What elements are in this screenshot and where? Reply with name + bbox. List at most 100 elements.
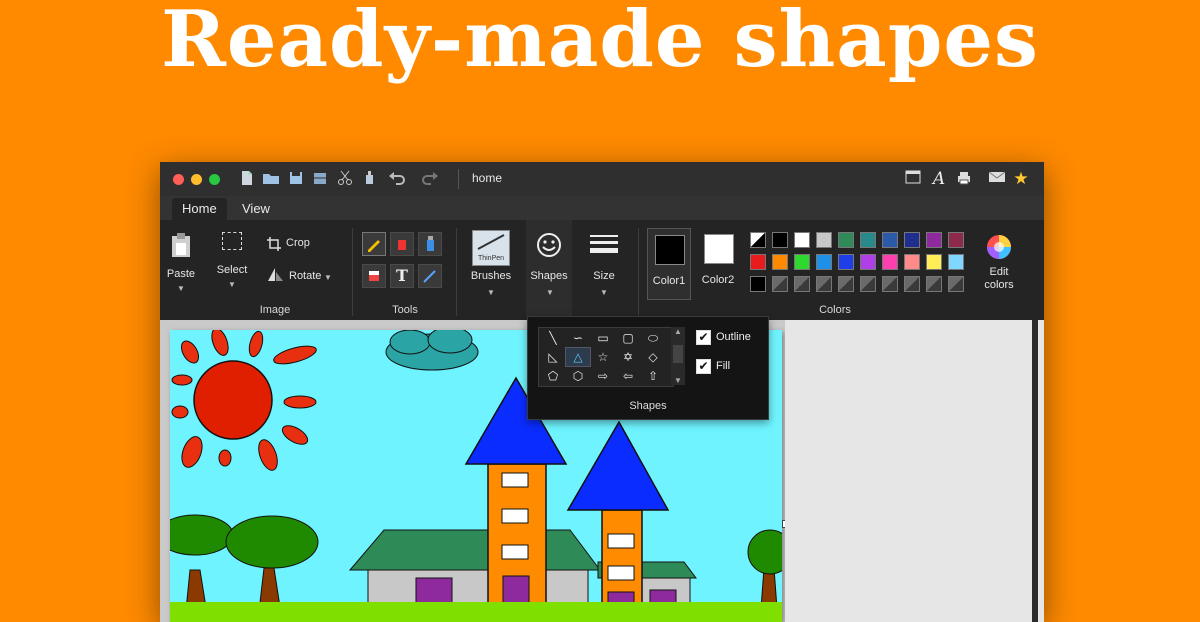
vertical-scrollbar[interactable] — [1032, 320, 1038, 622]
redo-icon[interactable] — [421, 170, 439, 188]
headline: Ready-made shapes — [161, 0, 1039, 85]
shape-right-triangle-icon[interactable]: ◺ — [541, 348, 565, 366]
outline-label: Outline — [716, 331, 751, 343]
print-icon[interactable] — [955, 170, 973, 188]
shape-star-icon[interactable]: ☆ — [591, 348, 615, 366]
shape-line-icon[interactable]: ╲ — [541, 329, 565, 347]
shape-diamond-icon[interactable]: ◇ — [641, 348, 665, 366]
shape-arrow-up-icon[interactable]: ⇧ — [641, 367, 665, 385]
palette-color-swatch[interactable] — [904, 254, 920, 270]
color1-button[interactable]: Color1 — [647, 228, 691, 300]
fill-checkbox[interactable]: ✔ — [696, 359, 711, 374]
fill-bucket-icon — [398, 240, 406, 250]
font-icon[interactable]: A — [930, 170, 948, 188]
ribbon-separator — [352, 228, 353, 316]
mail-icon[interactable] — [988, 170, 1006, 188]
palette-color-swatch[interactable] — [816, 232, 832, 248]
text-tool[interactable]: T — [390, 264, 414, 288]
palette-color-swatch[interactable] — [926, 232, 942, 248]
palette-color-swatch[interactable] — [882, 232, 898, 248]
scan-icon[interactable] — [311, 170, 329, 188]
palette-color-swatch[interactable] — [794, 232, 810, 248]
palette-color-swatch[interactable] — [750, 276, 766, 292]
shape-hexagram-icon[interactable]: ✡ — [616, 348, 640, 366]
palette-color-swatch[interactable] — [816, 276, 832, 292]
shape-arrow-right-icon[interactable]: ⇨ — [591, 367, 615, 385]
shape-oval-icon[interactable]: ⬭ — [641, 329, 665, 347]
palette-color-swatch[interactable] — [926, 254, 942, 270]
shapes-gallery-scrollbar[interactable]: ▲ ▼ — [671, 327, 685, 385]
ribbon-tabs: Home View — [160, 196, 1044, 220]
spray-tool[interactable] — [418, 232, 442, 256]
shape-arrow-left-icon[interactable]: ⇦ — [616, 367, 640, 385]
close-window-button[interactable] — [173, 174, 184, 185]
minimize-window-button[interactable] — [191, 174, 202, 185]
shapes-popup-title: Shapes — [629, 400, 667, 412]
palette-color-swatch[interactable] — [926, 276, 942, 292]
palette-color-swatch[interactable] — [860, 254, 876, 270]
eraser-tool[interactable] — [362, 264, 386, 288]
size-dropdown-icon: ▼ — [600, 288, 608, 297]
palette-color-swatch[interactable] — [948, 232, 964, 248]
palette-color-swatch[interactable] — [948, 276, 964, 292]
new-file-icon[interactable] — [238, 170, 256, 188]
scroll-down-icon[interactable]: ▼ — [671, 376, 685, 385]
tab-view[interactable]: View — [232, 198, 280, 220]
palette-color-swatch[interactable] — [794, 254, 810, 270]
color2-swatch — [704, 234, 734, 264]
brushes-label: Brushes — [470, 270, 512, 282]
paint-bucket-icon[interactable] — [360, 170, 378, 188]
zoom-window-button[interactable] — [209, 174, 220, 185]
cloud-shape — [385, 330, 479, 371]
palette-color-swatch[interactable] — [750, 254, 766, 270]
ribbon-separator — [638, 228, 639, 316]
smiley-icon — [537, 233, 561, 257]
palette-color-swatch[interactable] — [838, 276, 854, 292]
outline-checkbox[interactable]: ✔ — [696, 330, 711, 345]
shape-hexagon-icon[interactable]: ⬡ — [566, 367, 590, 385]
rotate-dropdown-icon: ▼ — [324, 273, 332, 282]
color-picker-tool[interactable] — [418, 264, 442, 288]
palette-color-swatch[interactable] — [772, 254, 788, 270]
color2-button[interactable]: Color2 — [697, 228, 739, 298]
shape-curve-icon[interactable]: ∽ — [566, 329, 590, 347]
scroll-thumb[interactable] — [673, 345, 683, 363]
undo-icon[interactable] — [388, 170, 406, 188]
shapes-button[interactable]: Shapes ▼ — [526, 220, 572, 316]
palette-color-swatch[interactable] — [794, 276, 810, 292]
palette-color-swatch[interactable] — [882, 276, 898, 292]
fill-label: Fill — [716, 360, 731, 372]
palette-color-swatch[interactable] — [860, 232, 876, 248]
window-layout-icon[interactable] — [904, 170, 922, 188]
palette-color-swatch[interactable] — [948, 254, 964, 270]
shape-rectangle-icon[interactable]: ▭ — [591, 329, 615, 347]
ribbon-separator — [456, 228, 457, 316]
star-icon[interactable]: ★ — [1012, 170, 1030, 188]
shape-triangle-icon[interactable]: △ — [565, 347, 591, 367]
paste-dropdown-icon: ▼ — [177, 284, 185, 293]
select-icon — [222, 232, 242, 250]
palette-color-swatch[interactable] — [838, 254, 854, 270]
brushes-dropdown-icon: ▼ — [487, 288, 495, 297]
open-folder-icon[interactable] — [262, 170, 280, 188]
palette-color-swatch[interactable] — [816, 254, 832, 270]
palette-color-swatch[interactable] — [860, 276, 876, 292]
pencil-tool[interactable] — [362, 232, 386, 256]
shape-rounded-rectangle-icon[interactable]: ▢ — [616, 329, 640, 347]
palette-color-swatch[interactable] — [838, 232, 854, 248]
palette-color-swatch[interactable] — [904, 232, 920, 248]
shape-pentagon-icon[interactable]: ⬠ — [541, 367, 565, 385]
palette-color-swatch[interactable] — [750, 232, 766, 248]
palette-color-swatch[interactable] — [772, 232, 788, 248]
ribbon: Paste ▼ Select ▼ Crop Rotate ▼ Image T T… — [160, 220, 1044, 320]
palette-color-swatch[interactable] — [772, 276, 788, 292]
edit-colors-label: Edit colors — [984, 266, 1014, 291]
scroll-up-icon[interactable]: ▲ — [671, 327, 685, 336]
save-icon[interactable] — [287, 170, 305, 188]
palette-color-swatch[interactable] — [882, 254, 898, 270]
document-title: home — [472, 171, 503, 185]
cut-icon[interactable] — [336, 170, 354, 188]
fill-tool[interactable] — [390, 232, 414, 256]
tab-home[interactable]: Home — [172, 198, 227, 220]
palette-color-swatch[interactable] — [904, 276, 920, 292]
